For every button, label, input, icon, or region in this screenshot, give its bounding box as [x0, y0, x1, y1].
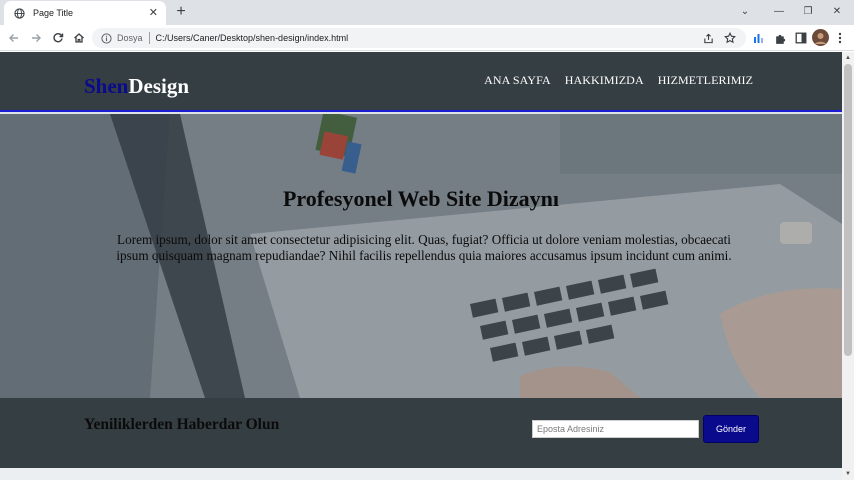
tab-title: Page Title [33, 8, 74, 18]
close-tab-icon[interactable]: ✕ [149, 7, 158, 19]
newsletter-heading: Yeniliklerden Haberdar Olun [84, 416, 280, 433]
tab-search-icon[interactable]: ⌄ [736, 3, 754, 21]
restore-icon[interactable]: ❐ [799, 3, 817, 21]
logo-text: Design [128, 74, 190, 98]
email-field[interactable] [532, 420, 699, 438]
extension-blue-icon[interactable] [752, 31, 766, 45]
scrollbar-thumb[interactable] [844, 64, 852, 356]
share-icon[interactable] [702, 32, 714, 44]
home-icon[interactable] [70, 29, 88, 47]
main-nav: ANA SAYFA HAKKIMIZDA HIZMETLERIMIZ [484, 73, 753, 88]
browser-tab[interactable]: Page Title ✕ [4, 1, 166, 25]
url-scheme-label: Dosya [117, 33, 143, 43]
newsletter-section: Yeniliklerden Haberdar Olun Gönder [0, 398, 842, 468]
minimize-icon[interactable]: — [770, 3, 788, 21]
url-text[interactable]: C:/Users/Caner/Desktop/shen-design/index… [156, 33, 702, 43]
puzzle-icon[interactable] [773, 31, 787, 45]
scroll-up-arrow-icon[interactable]: ▲ [842, 53, 854, 63]
arrow-right-icon[interactable] [27, 29, 45, 47]
avatar-icon[interactable] [812, 29, 829, 46]
browser-tabstrip: Page Title ✕ + ⌄ — ❐ ✕ [0, 0, 854, 25]
more-vertical-icon[interactable] [833, 31, 847, 45]
nav-link-about[interactable]: HAKKIMIZDA [565, 73, 644, 88]
url-separator [148, 32, 150, 44]
hero-title: Profesyonel Web Site Dizaynı [282, 186, 559, 211]
reload-icon[interactable] [49, 29, 67, 47]
star-icon[interactable] [724, 32, 736, 44]
scroll-down-arrow-icon[interactable]: ▼ [842, 469, 854, 479]
globe-icon [14, 7, 25, 19]
submit-button[interactable]: Gönder [703, 415, 759, 443]
page-scrollbar[interactable]: ▲ ▼ [842, 52, 854, 480]
page-viewport: ShenDesign ANA SAYFA HAKKIMIZDA HIZMETLE… [0, 52, 842, 480]
hero-text: Lorem ipsum, dolor sit amet consectetur … [116, 232, 732, 263]
new-tab-button[interactable]: + [172, 3, 190, 21]
logo-accent-text: Shen [84, 74, 129, 98]
hero-section: Profesyonel Web Site Dizaynı Lorem ipsum… [0, 114, 842, 398]
nav-link-home[interactable]: ANA SAYFA [484, 73, 551, 88]
address-bar[interactable]: Dosya C:/Users/Caner/Desktop/shen-design… [92, 28, 746, 48]
info-icon[interactable] [101, 32, 112, 44]
nav-link-services[interactable]: HIZMETLERIMIZ [658, 73, 753, 88]
close-window-icon[interactable]: ✕ [828, 3, 846, 21]
side-panel-icon[interactable] [794, 31, 808, 45]
arrow-left-icon[interactable] [5, 29, 23, 47]
page-bottom-strip [0, 468, 842, 480]
browser-toolbar: Dosya C:/Users/Caner/Desktop/shen-design… [0, 25, 854, 51]
site-header: ShenDesign ANA SAYFA HAKKIMIZDA HIZMETLE… [0, 52, 842, 112]
site-logo[interactable]: ShenDesign [84, 74, 189, 99]
